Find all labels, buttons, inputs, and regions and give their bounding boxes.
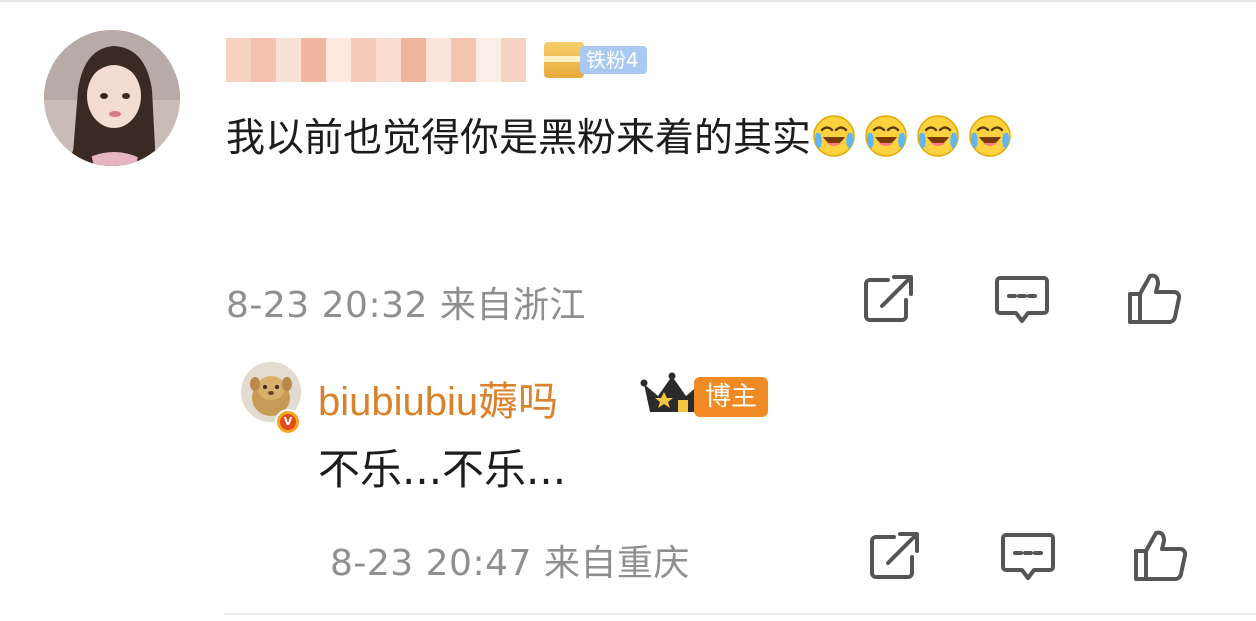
share-icon (870, 532, 919, 579)
share-icon (864, 275, 913, 322)
commenter-avatar[interactable] (44, 30, 180, 166)
comment-icon (1001, 533, 1055, 580)
reply-location: 来自重庆 (543, 543, 690, 584)
comment-body: 我以前也觉得你是黑粉来着的其实 (226, 110, 1186, 168)
emoji-row (811, 115, 1019, 161)
comment-like-button[interactable] (1124, 270, 1184, 326)
reply-share-button[interactable] (866, 527, 926, 583)
comment-text: 我以前也觉得你是黑粉来着的其实 (226, 116, 812, 161)
reply-text: 不乐...不乐... (318, 445, 567, 494)
verified-v-icon: V (275, 409, 301, 435)
thumbs-up-icon (1134, 530, 1188, 581)
reply-reply-button[interactable] (998, 527, 1058, 583)
laughing-tears-icon (813, 115, 855, 157)
fan-badge-label: 铁粉4 (580, 46, 647, 74)
reply-meta: 8-23 20:47 来自重庆 (330, 534, 690, 586)
laughing-tears-icon (917, 115, 959, 157)
blogger-badge: 博主 (694, 377, 768, 417)
fan-level-badge: 铁粉4 (544, 42, 652, 78)
thumbs-up-icon (1128, 273, 1182, 324)
comment-reply-button[interactable] (992, 270, 1052, 326)
comment-meta: 8-23 20:32 来自浙江 (226, 276, 586, 328)
comment-share-button[interactable] (860, 270, 920, 326)
blogger-username[interactable]: biubiubiu薅吗 (318, 369, 558, 427)
comment-location: 来自浙江 (439, 285, 586, 326)
reply-like-button[interactable] (1130, 527, 1190, 583)
fan-cup-icon (544, 42, 584, 78)
laughing-tears-icon (969, 115, 1011, 157)
top-divider (0, 0, 1256, 2)
comment-time: 8-23 20:32 (226, 285, 428, 326)
username-mosaic[interactable] (226, 38, 526, 82)
bottom-divider (224, 613, 1256, 615)
laughing-tears-icon (865, 115, 907, 157)
reply-time: 8-23 20:47 (330, 543, 532, 584)
comment-icon (995, 276, 1049, 323)
